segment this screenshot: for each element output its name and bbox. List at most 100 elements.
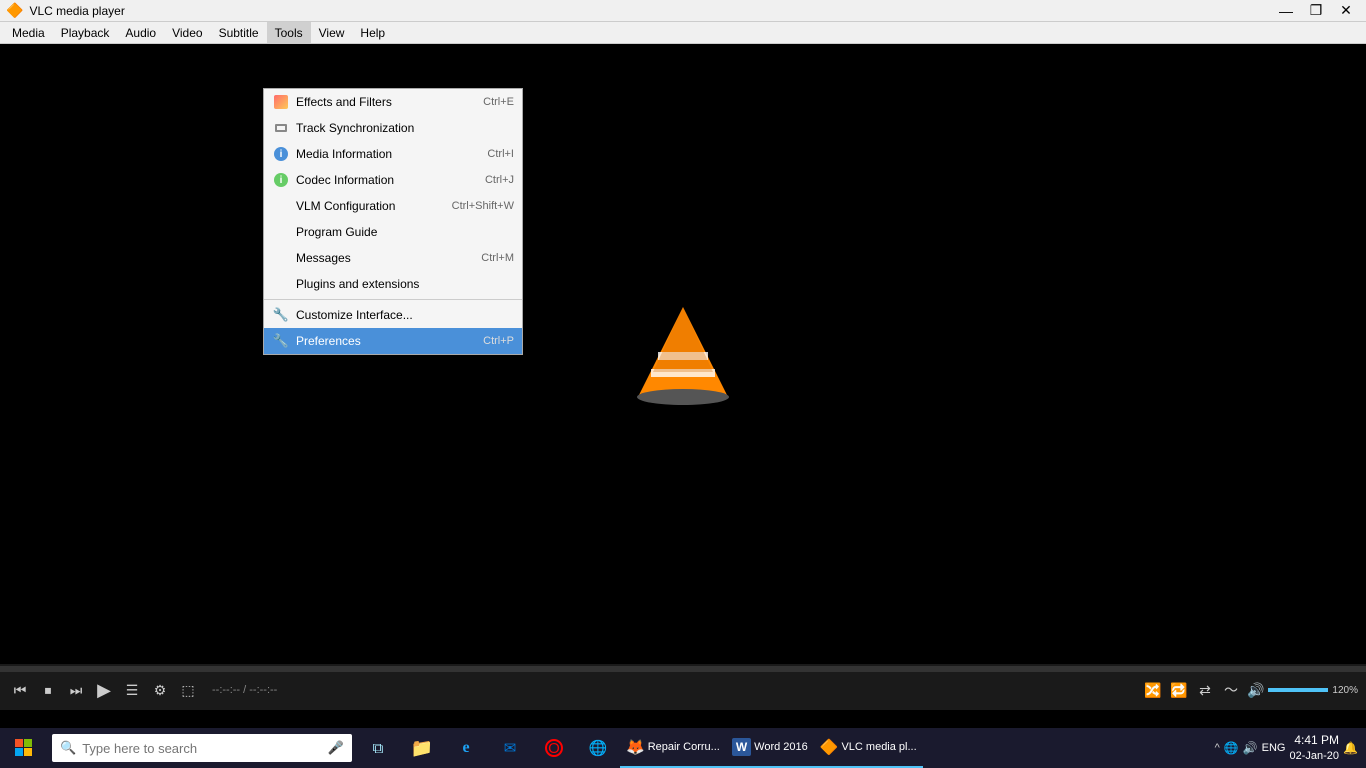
menu-subtitle[interactable]: Subtitle xyxy=(211,22,267,43)
codec-info-label: Codec Information xyxy=(296,173,479,187)
menu-item-program-guide[interactable]: Program Guide xyxy=(264,219,522,245)
seek-bar[interactable] xyxy=(0,666,1366,672)
show-hidden-icon[interactable]: ^ xyxy=(1215,742,1220,754)
menu-help[interactable]: Help xyxy=(352,22,393,43)
volume-area: 🔊 120% xyxy=(1247,682,1358,699)
taskbar-app-opera[interactable]: O xyxy=(532,728,576,768)
controls-row: ⏮ ⏹ ⏭ ▶ ☰ ⚙ ⬚ --:--:-- / --:--:-- 🔀 🔁 ⇄ … xyxy=(0,672,1366,708)
menu-video[interactable]: Video xyxy=(164,22,210,43)
clock-date: 02-Jan-20 xyxy=(1290,749,1340,763)
menu-item-media-info[interactable]: i Media Information Ctrl+I xyxy=(264,141,522,167)
search-input[interactable] xyxy=(82,741,322,756)
menu-item-codec-info[interactable]: i Codec Information Ctrl+J xyxy=(264,167,522,193)
minimize-button[interactable]: — xyxy=(1272,0,1300,22)
play-button[interactable]: ▶ xyxy=(92,678,116,702)
track-sync-label: Track Synchronization xyxy=(296,121,508,135)
menu-item-preferences[interactable]: 🔧 Preferences Ctrl+P xyxy=(264,328,522,354)
preferences-label: Preferences xyxy=(296,334,477,348)
taskbar-app-repair[interactable]: 🦊 Repair Corru... xyxy=(620,728,726,768)
codec-info-shortcut: Ctrl+J xyxy=(485,174,514,186)
title-bar: 🔶 VLC media player — ❐ ✕ xyxy=(0,0,1366,22)
customize-label: Customize Interface... xyxy=(296,308,508,322)
title-bar-left: 🔶 VLC media player xyxy=(6,2,125,19)
messages-label: Messages xyxy=(296,251,475,265)
task-view-button[interactable]: ⧉ xyxy=(356,728,400,768)
app-icon: 🔶 xyxy=(6,2,23,19)
preferences-shortcut: Ctrl+P xyxy=(483,335,514,347)
window-controls: — ❐ ✕ xyxy=(1272,0,1360,22)
menu-item-vlm[interactable]: VLM Configuration Ctrl+Shift+W xyxy=(264,193,522,219)
word-icon: W xyxy=(732,738,751,756)
track-sync-icon xyxy=(272,119,290,137)
volume-bar[interactable] xyxy=(1268,688,1328,692)
search-area[interactable]: 🔍 🎤 xyxy=(52,734,352,762)
menu-bar: Media Playback Audio Video Subtitle Tool… xyxy=(0,22,1366,44)
visualizations-button[interactable]: 〜 xyxy=(1219,678,1243,702)
language-indicator[interactable]: ENG xyxy=(1262,742,1286,754)
menu-tools[interactable]: Tools xyxy=(267,22,311,43)
ie-icon: 🌐 xyxy=(589,739,608,757)
app-title: VLC media player xyxy=(29,4,124,18)
taskbar-app-mail[interactable]: ✉ xyxy=(488,728,532,768)
menu-view[interactable]: View xyxy=(311,22,353,43)
media-info-label: Media Information xyxy=(296,147,481,161)
taskbar-app-vlc[interactable]: 🔶 VLC media pl... xyxy=(814,728,923,768)
stop-button[interactable]: ⏹ xyxy=(36,678,60,702)
plugins-label: Plugins and extensions xyxy=(296,277,508,291)
customize-icon: 🔧 xyxy=(272,306,290,324)
toggle-shuffle-button[interactable]: 🔀 xyxy=(1141,678,1165,702)
notifications-icon[interactable]: 🔔 xyxy=(1343,741,1358,755)
taskbar-app-edge[interactable]: e xyxy=(444,728,488,768)
vlc-label: VLC media pl... xyxy=(841,741,916,753)
frame-step-button[interactable]: ⬚ xyxy=(176,678,200,702)
taskbar-app-word[interactable]: W Word 2016 xyxy=(726,728,814,768)
menu-item-customize[interactable]: 🔧 Customize Interface... xyxy=(264,302,522,328)
menu-item-track-sync[interactable]: Track Synchronization xyxy=(264,115,522,141)
vlm-icon xyxy=(272,197,290,215)
toggle-playlist-button[interactable]: ☰ xyxy=(120,678,144,702)
firefox-icon: 🦊 xyxy=(626,738,645,756)
opera-icon: O xyxy=(545,739,563,757)
network-icon[interactable]: 🌐 xyxy=(1224,741,1239,755)
menu-item-messages[interactable]: Messages Ctrl+M xyxy=(264,245,522,271)
restore-button[interactable]: ❐ xyxy=(1302,0,1330,22)
menu-audio[interactable]: Audio xyxy=(117,22,164,43)
vlc-logo xyxy=(633,297,733,417)
tools-dropdown-menu: Effects and Filters Ctrl+E Track Synchro… xyxy=(263,88,523,355)
extended-settings-button[interactable]: ⚙ xyxy=(148,678,172,702)
edge-icon: e xyxy=(462,739,469,757)
menu-playback[interactable]: Playback xyxy=(53,22,118,43)
start-button[interactable] xyxy=(0,728,48,768)
effects-icon xyxy=(272,93,290,111)
skip-back-button[interactable]: ⏮ xyxy=(8,678,32,702)
task-view-icon: ⧉ xyxy=(373,740,384,757)
video-area: Effects and Filters Ctrl+E Track Synchro… xyxy=(0,44,1366,670)
random-button[interactable]: ⇄ xyxy=(1193,678,1217,702)
media-info-shortcut: Ctrl+I xyxy=(487,148,514,160)
system-clock[interactable]: 4:41 PM 02-Jan-20 xyxy=(1290,733,1340,763)
repair-label: Repair Corru... xyxy=(648,741,720,753)
codec-info-icon: i xyxy=(272,171,290,189)
program-guide-label: Program Guide xyxy=(296,225,508,239)
taskbar-app-ie[interactable]: 🌐 xyxy=(576,728,620,768)
vlc-taskbar-icon: 🔶 xyxy=(820,738,839,756)
microphone-icon[interactable]: 🎤 xyxy=(328,740,344,756)
speaker-icon[interactable]: 🔊 xyxy=(1243,741,1258,755)
program-guide-icon xyxy=(272,223,290,241)
effects-label: Effects and Filters xyxy=(296,95,477,109)
taskbar-app-explorer[interactable]: 📁 xyxy=(400,728,444,768)
loop-button[interactable]: 🔁 xyxy=(1167,678,1191,702)
close-button[interactable]: ✕ xyxy=(1332,0,1360,22)
menu-item-effects[interactable]: Effects and Filters Ctrl+E xyxy=(264,89,522,115)
explorer-icon: 📁 xyxy=(411,738,433,759)
skip-forward-button[interactable]: ⏭ xyxy=(64,678,88,702)
media-info-icon: i xyxy=(272,145,290,163)
controls-bar: ⏮ ⏹ ⏭ ▶ ☰ ⚙ ⬚ --:--:-- / --:--:-- 🔀 🔁 ⇄ … xyxy=(0,664,1366,710)
volume-percentage: 120% xyxy=(1332,685,1358,696)
vlm-shortcut: Ctrl+Shift+W xyxy=(452,200,514,212)
messages-shortcut: Ctrl+M xyxy=(481,252,514,264)
system-tray: ^ 🌐 🔊 ENG 4:41 PM 02-Jan-20 🔔 xyxy=(1207,733,1366,763)
menu-item-plugins[interactable]: Plugins and extensions xyxy=(264,271,522,297)
menu-separator-1 xyxy=(264,299,522,300)
menu-media[interactable]: Media xyxy=(4,22,53,43)
